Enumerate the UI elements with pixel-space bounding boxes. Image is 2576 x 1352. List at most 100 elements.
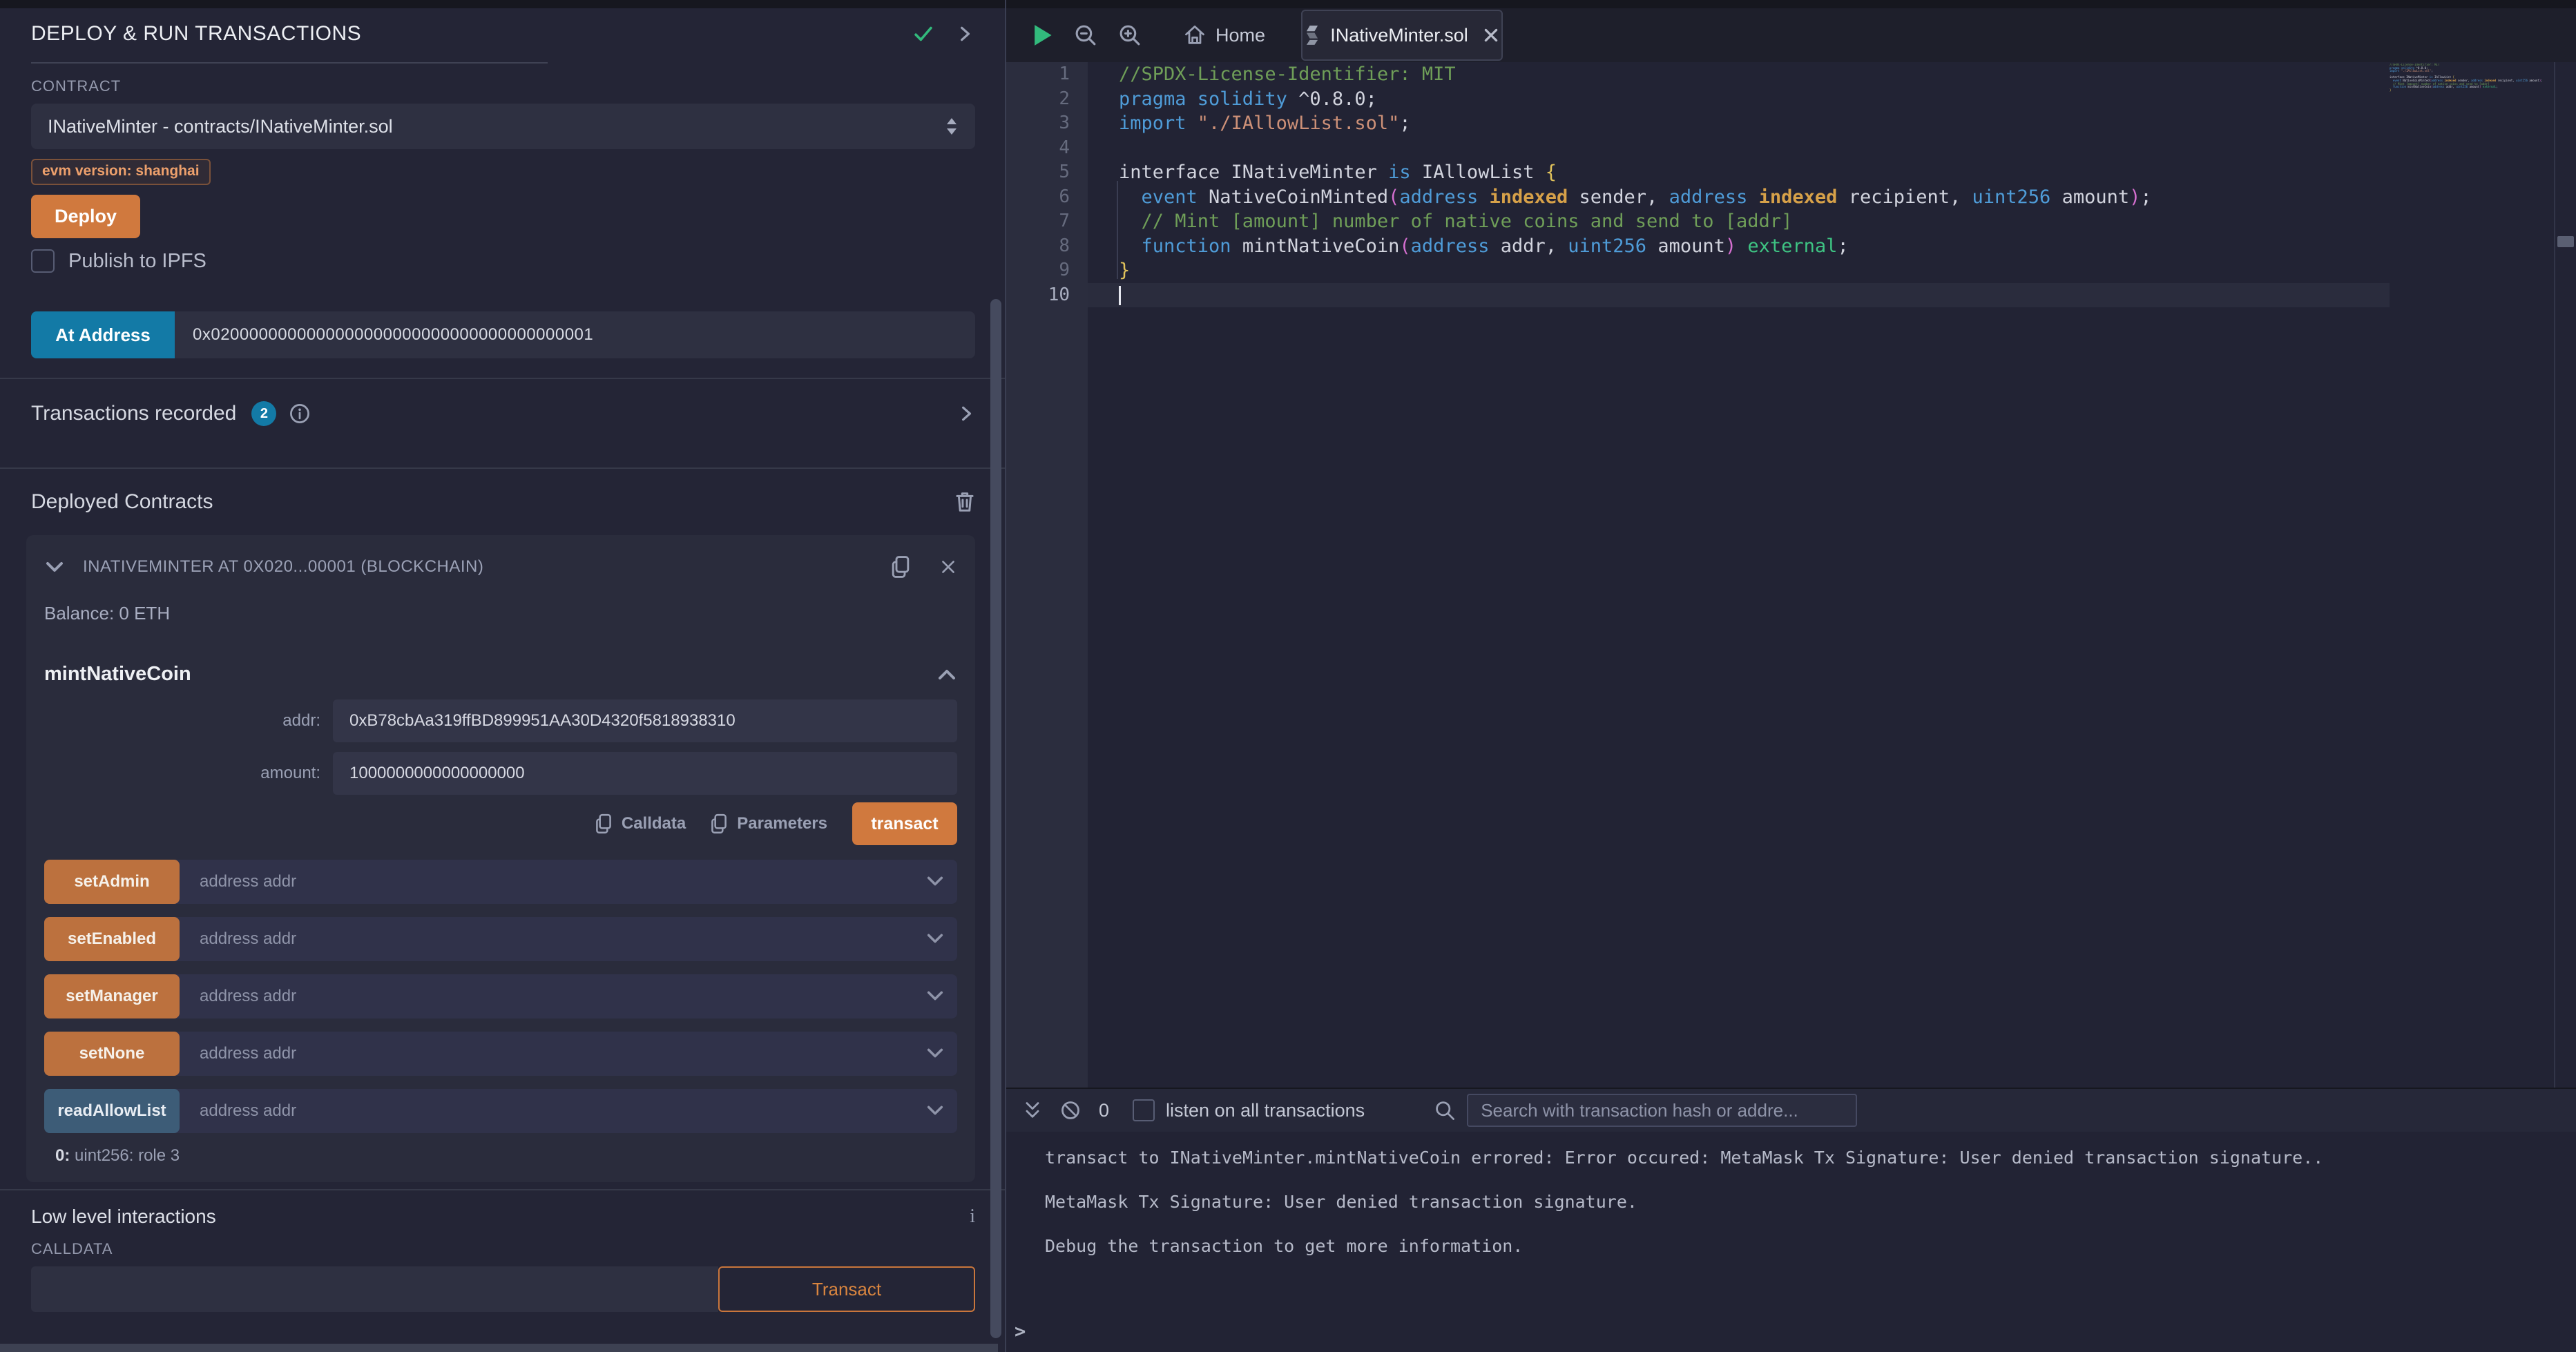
- calldata-label: CALLDATA: [31, 1240, 975, 1258]
- line-number: 2: [1006, 87, 1088, 112]
- open-function-name: mintNativeCoin: [44, 663, 191, 686]
- evm-version-badge: evm version: shanghai: [31, 159, 211, 185]
- remix-ide-window: DEPLOY & RUN TRANSACTIONS CONTRACT INati…: [0, 0, 2576, 1352]
- select-caret-icon: [945, 116, 959, 137]
- code-area[interactable]: 1//SPDX-License-Identifier: MIT2pragma s…: [1006, 62, 2576, 1088]
- terminal-log: transact to INativeMinter.mintNativeCoin…: [1006, 1132, 2576, 1268]
- instance-header: INATIVEMINTER AT 0X020...00001 (BLOCKCHA…: [83, 557, 483, 577]
- code-line-4[interactable]: 4: [1006, 136, 2576, 161]
- line-number: 1: [1006, 62, 1088, 87]
- terminal-clear-ban-icon[interactable]: [1060, 1100, 1081, 1121]
- terminal-search-input[interactable]: [1467, 1094, 1857, 1127]
- code-line-8[interactable]: 8 function mintNativeCoin(address addr, …: [1006, 234, 2576, 259]
- copy-address-icon[interactable]: [890, 554, 912, 579]
- at-address-input[interactable]: 0x02000000000000000000000000000000000000…: [175, 311, 975, 358]
- function-collapse-chevron-up-icon[interactable]: [936, 664, 957, 685]
- panel-horizontal-scrollbar[interactable]: [0, 1344, 998, 1352]
- transactions-count-badge: 2: [251, 401, 276, 426]
- function-expand-chevron-down-icon[interactable]: [925, 929, 945, 948]
- listen-transactions-label: listen on all transactions: [1166, 1100, 1365, 1121]
- code-line-10[interactable]: 10: [1006, 283, 2576, 308]
- instance-collapse-chevron-down-icon[interactable]: [44, 557, 65, 577]
- text-cursor: [1119, 286, 1121, 305]
- close-instance-icon[interactable]: [939, 558, 957, 576]
- calldata-input[interactable]: [31, 1266, 718, 1312]
- tab-close-icon[interactable]: [1482, 26, 1500, 44]
- code-line-6[interactable]: 6 event NativeCoinMinted(address indexed…: [1006, 185, 2576, 210]
- setEnabled-button[interactable]: setEnabled: [44, 917, 180, 961]
- tab-home-label: Home: [1215, 25, 1265, 46]
- line-number: 5: [1006, 160, 1088, 185]
- zoom-out-icon[interactable]: [1073, 23, 1098, 48]
- param-value-addr: 0xB78cbAa319ffBD899951AA30D4320f58189383…: [349, 711, 736, 731]
- tab-inativeminter[interactable]: INativeMinter.sol: [1301, 10, 1503, 61]
- param-input-addr[interactable]: 0xB78cbAa319ffBD899951AA30D4320f58189383…: [333, 699, 957, 742]
- zoom-in-icon[interactable]: [1117, 23, 1142, 48]
- publish-ipfs-label: Publish to IPFS: [68, 250, 206, 273]
- code-line-2[interactable]: 2pragma solidity ^0.8.0;: [1006, 87, 2576, 112]
- low-level-title: Low level interactions: [31, 1206, 216, 1228]
- editor-scrollbar-lane[interactable]: [2554, 62, 2576, 1088]
- terminal-log-line: MetaMask Tx Signature: User denied trans…: [1045, 1180, 2576, 1224]
- param-label-amount: amount:: [44, 752, 333, 795]
- parameters-action-label: Parameters: [737, 814, 827, 833]
- low-level-transact-button[interactable]: Transact: [718, 1266, 975, 1312]
- function-row-setNone: setNone address addr: [44, 1032, 957, 1076]
- trash-icon[interactable]: [954, 491, 975, 513]
- contract-select[interactable]: INativeMinter - contracts/INativeMinter.…: [31, 104, 975, 149]
- at-address-button[interactable]: At Address: [31, 311, 175, 358]
- editor-tabbar: Home INativeMinter.sol: [1006, 8, 2576, 62]
- function-expand-chevron-down-icon[interactable]: [925, 1101, 945, 1120]
- setAdmin-input-placeholder[interactable]: address addr: [200, 860, 296, 904]
- terminal-log-line: transact to INativeMinter.mintNativeCoin…: [1045, 1136, 2576, 1180]
- function-expand-chevron-down-icon[interactable]: [925, 871, 945, 891]
- deploy-run-panel: DEPLOY & RUN TRANSACTIONS CONTRACT INati…: [0, 8, 1006, 1352]
- code-line-1[interactable]: 1//SPDX-License-Identifier: MIT: [1006, 62, 2576, 87]
- setNone-input-placeholder[interactable]: address addr: [200, 1032, 296, 1076]
- code-line-3[interactable]: 3import "./IAllowList.sol";: [1006, 111, 2576, 136]
- minimap[interactable]: //SPDX-License-Identifier: MITpragma sol…: [2390, 64, 2559, 1088]
- copy-parameters-action[interactable]: Parameters: [709, 813, 827, 835]
- publish-ipfs-checkbox[interactable]: [31, 249, 55, 273]
- panel-expand-chevron-right-icon[interactable]: [956, 25, 974, 43]
- info-circle-icon[interactable]: [289, 403, 311, 425]
- terminal-region: 0 listen on all transactions transact to…: [1006, 1088, 2576, 1352]
- transactions-expand-chevron-right-icon[interactable]: [957, 405, 975, 423]
- setNone-button[interactable]: setNone: [44, 1032, 180, 1076]
- function-expand-chevron-down-icon[interactable]: [925, 986, 945, 1005]
- title-underline: [31, 62, 548, 64]
- tab-inativeminter-label: INativeMinter.sol: [1330, 25, 1468, 46]
- function-expand-chevron-down-icon[interactable]: [925, 1043, 945, 1063]
- readAllowList-button[interactable]: readAllowList: [44, 1089, 180, 1133]
- function-row-setEnabled: setEnabled address addr: [44, 917, 957, 961]
- panel-vertical-scrollbar[interactable]: [990, 299, 1001, 1338]
- terminal-collapse-double-chevron-down-icon[interactable]: [1023, 1100, 1042, 1121]
- terminal-prompt[interactable]: >: [1015, 1321, 1026, 1342]
- function-row-readAllowList: readAllowList address addr: [44, 1089, 957, 1133]
- window-top-strip: [0, 0, 2576, 8]
- page-title: DEPLOY & RUN TRANSACTIONS: [31, 22, 361, 46]
- compile-success-check-icon: [912, 22, 935, 46]
- low-level-info-icon[interactable]: i: [970, 1206, 975, 1228]
- copy-calldata-action[interactable]: Calldata: [594, 813, 686, 835]
- setManager-input-placeholder[interactable]: address addr: [200, 974, 296, 1018]
- line-number: 10: [1006, 283, 1088, 308]
- code-line-9[interactable]: 9}: [1006, 258, 2576, 283]
- read-result-text: uint256: role 3: [75, 1146, 180, 1165]
- listen-transactions-checkbox[interactable]: [1133, 1099, 1155, 1121]
- readAllowList-input-placeholder[interactable]: address addr: [200, 1089, 296, 1133]
- param-input-amount[interactable]: 1000000000000000000: [333, 752, 957, 795]
- setEnabled-input-placeholder[interactable]: address addr: [200, 917, 296, 961]
- instance-balance: Balance: 0 ETH: [44, 603, 957, 624]
- run-script-play-icon[interactable]: [1030, 22, 1054, 48]
- code-line-7[interactable]: 7 // Mint [amount] number of native coin…: [1006, 209, 2576, 234]
- setManager-button[interactable]: setManager: [44, 974, 180, 1018]
- editor-scrollbar-thumb[interactable]: [2557, 236, 2574, 247]
- contract-select-value: INativeMinter - contracts/INativeMinter.…: [48, 116, 393, 137]
- transact-button[interactable]: transact: [852, 802, 957, 845]
- setAdmin-button[interactable]: setAdmin: [44, 860, 180, 904]
- code-line-5[interactable]: 5interface INativeMinter is IAllowList {: [1006, 160, 2576, 185]
- tab-home[interactable]: Home: [1184, 24, 1265, 46]
- deploy-button[interactable]: Deploy: [31, 195, 140, 238]
- code-lines[interactable]: 1//SPDX-License-Identifier: MIT2pragma s…: [1006, 62, 2576, 307]
